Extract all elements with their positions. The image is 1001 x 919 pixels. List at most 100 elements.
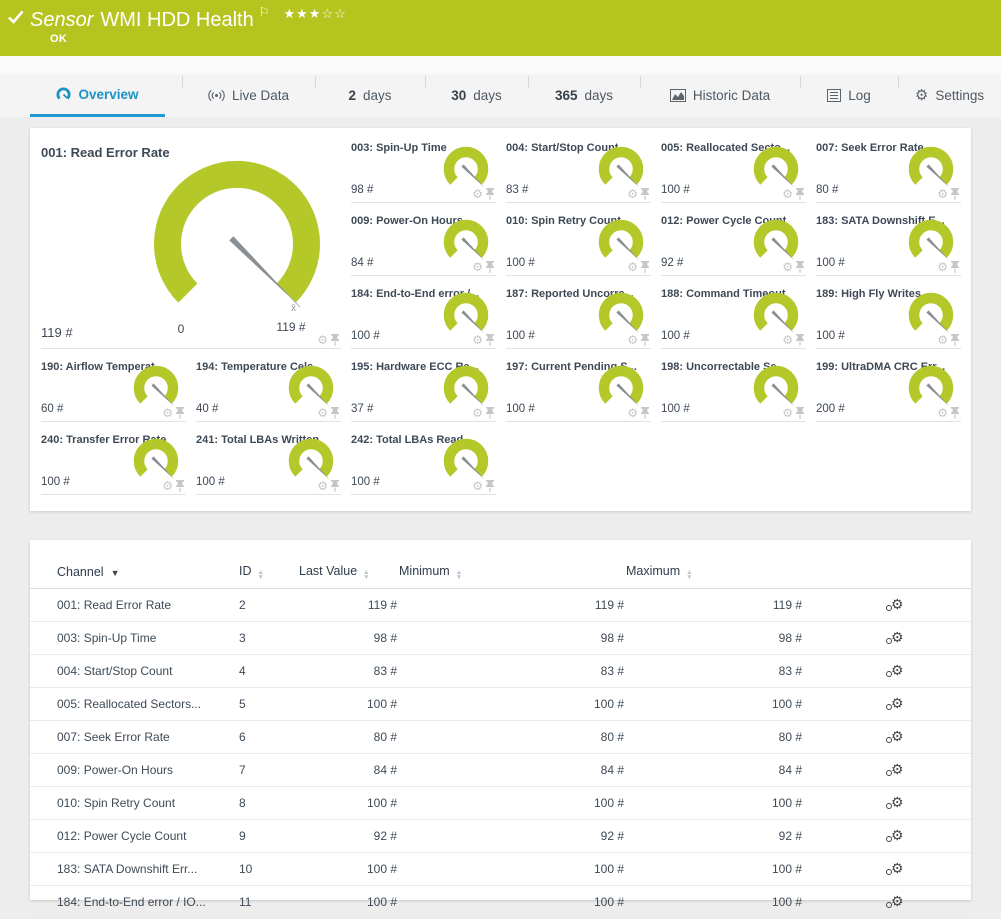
table-row: 004: Start/Stop Count 4 83 # 83 # 83 # ⚙ [30, 655, 971, 688]
gauge-settings-icon[interactable]: ⚙ [472, 262, 483, 273]
priority-stars[interactable]: ★★★☆☆ [284, 6, 347, 21]
gauge-settings-icon[interactable]: ⚙ [472, 189, 483, 200]
pin-icon[interactable] [950, 188, 960, 200]
gauge-settings-icon[interactable]: ⚙ [162, 481, 173, 492]
pin-icon[interactable] [330, 480, 340, 492]
cell-maximum: 100 # [625, 787, 803, 820]
channel-settings-icon[interactable]: ⚙ [891, 895, 904, 908]
tab-2-days[interactable]: 2 days [315, 74, 425, 117]
gauge-tile[interactable]: 012: Power Cycle Count 92 # ⚙ [661, 213, 806, 276]
column-header-maximum[interactable]: Maximum▲▼ [625, 556, 803, 589]
pin-icon[interactable] [640, 334, 650, 346]
column-header-id[interactable]: ID▲▼ [238, 556, 298, 589]
pin-icon[interactable] [795, 188, 805, 200]
pin-icon[interactable] [640, 407, 650, 419]
column-header-minimum[interactable]: Minimum▲▼ [398, 556, 625, 589]
gauge-settings-icon[interactable]: ⚙ [782, 335, 793, 346]
gauge-tile[interactable]: 007: Seek Error Rate 80 # ⚙ [816, 140, 961, 203]
tab-historic-data[interactable]: Historic Data [640, 74, 800, 117]
tab-log[interactable]: Log [800, 74, 898, 117]
gauge-tile[interactable]: 198: Uncorrectable Se... 100 # ⚙ [661, 359, 806, 422]
channel-settings-icon[interactable]: ⚙ [891, 631, 904, 644]
gauge-settings-icon[interactable]: ⚙ [937, 189, 948, 200]
channel-settings-icon[interactable]: ⚙ [891, 796, 904, 809]
gauge-settings-icon[interactable]: ⚙ [782, 262, 793, 273]
gauge-tile[interactable]: 010: Spin Retry Count 100 # ⚙ [506, 213, 651, 276]
gauge-value: 100 # [506, 403, 535, 415]
gauge-settings-icon[interactable]: ⚙ [937, 408, 948, 419]
channel-settings-icon[interactable]: ⚙ [891, 697, 904, 710]
pin-icon[interactable] [950, 334, 960, 346]
pin-icon[interactable] [175, 480, 185, 492]
gauge-settings-icon[interactable]: ⚙ [627, 262, 638, 273]
channel-settings-icon[interactable]: ⚙ [891, 664, 904, 677]
pin-icon[interactable] [330, 407, 340, 419]
gauge-tile[interactable]: 195: Hardware ECC Re... 37 # ⚙ [351, 359, 496, 422]
tab-live-data[interactable]: Live Data [182, 74, 315, 117]
tab-365-days[interactable]: 365 days [528, 74, 640, 117]
gauge-tile[interactable]: 188: Command Timeout 100 # ⚙ [661, 286, 806, 349]
pin-icon[interactable] [485, 188, 495, 200]
gauge-settings-icon[interactable]: ⚙ [627, 335, 638, 346]
cell-id: 9 [238, 820, 298, 853]
gauge-tile[interactable]: 003: Spin-Up Time 98 # ⚙ [351, 140, 496, 203]
gauge-tile[interactable]: 241: Total LBAs Written 100 # ⚙ [196, 432, 341, 495]
cell-channel: 001: Read Error Rate [30, 589, 238, 622]
pin-icon[interactable] [175, 407, 185, 419]
gauge-tile[interactable]: 242: Total LBAs Read 100 # ⚙ [351, 432, 496, 495]
channel-settings-icon[interactable]: ⚙ [891, 598, 904, 611]
gauge-tile[interactable]: 009: Power-On Hours 84 # ⚙ [351, 213, 496, 276]
gauge-settings-icon[interactable]: ⚙ [782, 408, 793, 419]
gauge-settings-icon[interactable]: ⚙ [317, 408, 328, 419]
gauge-value: 100 # [816, 330, 845, 342]
column-header-channel[interactable]: Channel▼ [30, 556, 238, 589]
pin-icon[interactable] [950, 261, 960, 273]
gauge-settings-icon[interactable]: ⚙ [472, 408, 483, 419]
gauge-tile[interactable]: 005: Reallocated Secto... 100 # ⚙ [661, 140, 806, 203]
pin-icon[interactable] [795, 334, 805, 346]
pin-icon[interactable] [640, 261, 650, 273]
pin-icon[interactable] [485, 334, 495, 346]
cell-minimum: 100 # [398, 787, 625, 820]
pin-icon[interactable] [485, 407, 495, 419]
gauge-tile[interactable]: 190: Airflow Temperat... 60 # ⚙ [41, 359, 186, 422]
channel-settings-icon[interactable]: ⚙ [891, 763, 904, 776]
pin-icon[interactable] [950, 407, 960, 419]
gauge-tile[interactable]: 240: Transfer Error Rate 100 # ⚙ [41, 432, 186, 495]
gauge-tile[interactable]: 189: High Fly Writes 100 # ⚙ [816, 286, 961, 349]
gauge-tile[interactable]: 183: SATA Downshift E... 100 # ⚙ [816, 213, 961, 276]
gauge-settings-icon[interactable]: ⚙ [782, 189, 793, 200]
column-header-last-value[interactable]: Last Value▲▼ [298, 556, 398, 589]
channel-settings-icon[interactable]: ⚙ [891, 862, 904, 875]
pin-icon[interactable] [485, 480, 495, 492]
sort-desc-icon: ▼ [111, 568, 120, 578]
gauge-tile[interactable]: 187: Reported Uncorre... 100 # ⚙ [506, 286, 651, 349]
tab-settings[interactable]: ⚙ Settings [898, 74, 1001, 117]
gauge-tile[interactable]: 004: Start/Stop Count 83 # ⚙ [506, 140, 651, 203]
gauge-settings-icon[interactable]: ⚙ [937, 262, 948, 273]
gauge-tile[interactable]: 184: End-to-End error /... 100 # ⚙ [351, 286, 496, 349]
pin-icon[interactable] [485, 261, 495, 273]
channel-settings-icon[interactable]: ⚙ [891, 829, 904, 842]
gauge-settings-icon[interactable]: ⚙ [317, 481, 328, 492]
gauge-settings-icon[interactable]: ⚙ [162, 408, 173, 419]
gauge-settings-icon[interactable]: ⚙ [627, 408, 638, 419]
pin-icon[interactable] [330, 334, 340, 346]
pin-icon[interactable] [795, 261, 805, 273]
tab-overview[interactable]: Overview [30, 74, 165, 117]
gauge-tile[interactable]: 199: UltraDMA CRC Err... 200 # ⚙ [816, 359, 961, 422]
gauge-settings-icon[interactable]: ⚙ [317, 335, 328, 346]
flag-icon[interactable]: ⚐ [259, 5, 270, 19]
gauge-tile[interactable]: 194: Temperature Cels... 40 # ⚙ [196, 359, 341, 422]
tab-30-days[interactable]: 30 days [425, 74, 528, 117]
gauge-value: 92 # [661, 257, 683, 269]
gauge-settings-icon[interactable]: ⚙ [937, 335, 948, 346]
gauge-settings-icon[interactable]: ⚙ [627, 189, 638, 200]
pin-icon[interactable] [640, 188, 650, 200]
gauge-settings-icon[interactable]: ⚙ [472, 481, 483, 492]
pin-icon[interactable] [795, 407, 805, 419]
channel-settings-icon[interactable]: ⚙ [891, 730, 904, 743]
gauge-tile-primary[interactable]: 001: Read Error Rate 0 119 # x̄ 119 # ⚙ [41, 140, 341, 349]
gauge-tile[interactable]: 197: Current Pending S... 100 # ⚙ [506, 359, 651, 422]
gauge-settings-icon[interactable]: ⚙ [472, 335, 483, 346]
